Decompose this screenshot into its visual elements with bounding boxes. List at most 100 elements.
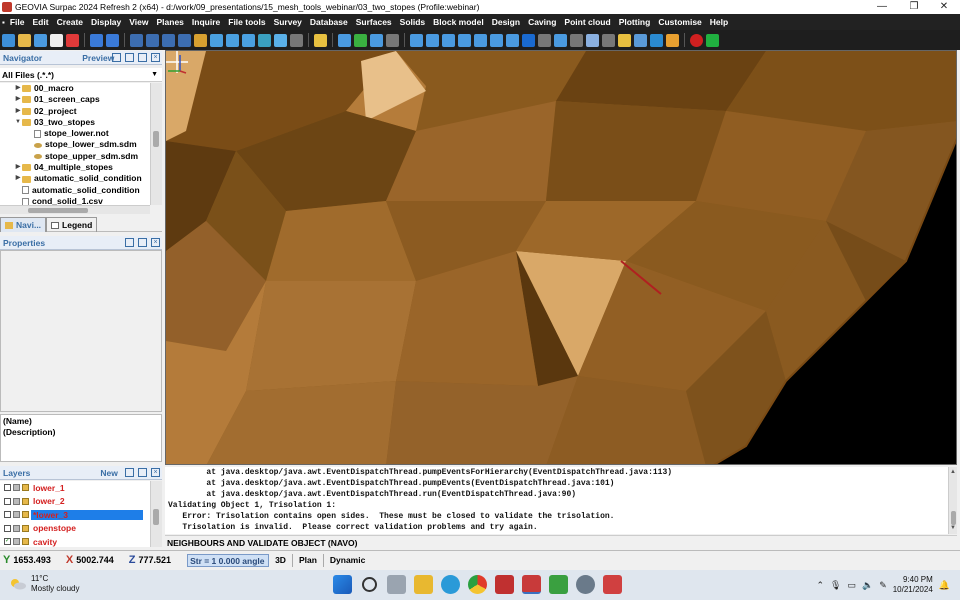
- layer-lock-icon[interactable]: [22, 484, 29, 492]
- paint-icon[interactable]: [554, 33, 567, 47]
- task-view-icon[interactable]: [387, 575, 406, 594]
- chevron-up-icon[interactable]: ⌃: [816, 580, 824, 591]
- command-line[interactable]: NEIGHBOURS AND VALIDATE OBJECT (NAVO): [165, 535, 957, 549]
- menu-solids[interactable]: Solids: [396, 14, 430, 30]
- settings-gear-icon[interactable]: [576, 575, 595, 594]
- settings-icon[interactable]: [2, 33, 15, 47]
- scrollbar-thumb[interactable]: [153, 509, 159, 525]
- menu-plotting[interactable]: Plotting: [615, 14, 655, 30]
- tree-item[interactable]: ▼ 03_two_stopes: [0, 117, 150, 128]
- surpac-taskbar-icon[interactable]: [495, 575, 514, 594]
- axes-icon[interactable]: [210, 33, 223, 47]
- tree-item[interactable]: stope_upper_sdm.sdm: [0, 151, 150, 162]
- pen-icon[interactable]: [586, 33, 599, 47]
- tree-vertical-scrollbar[interactable]: [150, 83, 162, 205]
- fly-icon[interactable]: [666, 33, 679, 47]
- layer-row[interactable]: openstope: [0, 522, 162, 536]
- menu-design[interactable]: Design: [488, 14, 524, 30]
- layer-visibility-checkbox[interactable]: [4, 497, 11, 505]
- restore-icon[interactable]: [125, 53, 134, 62]
- polygon-icon[interactable]: [458, 33, 471, 47]
- menu-surfaces[interactable]: Surfaces: [352, 14, 396, 30]
- close-icon[interactable]: ×: [151, 238, 160, 247]
- scrollbar-thumb[interactable]: [28, 208, 88, 213]
- angle-icon[interactable]: [442, 33, 455, 47]
- grid-icon[interactable]: [130, 33, 143, 47]
- dropdown-icon[interactable]: [386, 33, 399, 47]
- layer-view-icon[interactable]: [258, 33, 271, 47]
- tree-item[interactable]: cond_solid_1.csv: [0, 196, 150, 205]
- menu-customise[interactable]: Customise: [654, 14, 705, 30]
- save-icon[interactable]: [34, 33, 47, 47]
- scrollbar-thumb[interactable]: [153, 131, 159, 147]
- contour-icon[interactable]: [490, 33, 503, 47]
- layer-lock-icon[interactable]: [22, 497, 29, 505]
- cross-icon[interactable]: [66, 33, 79, 47]
- pin-icon[interactable]: [138, 238, 147, 247]
- menu-edit[interactable]: Edit: [29, 14, 53, 30]
- stop-icon[interactable]: [690, 33, 703, 47]
- console-scrollbar[interactable]: ▲ ▼: [948, 467, 957, 534]
- tree-item[interactable]: automatic_solid_condition: [0, 185, 150, 196]
- layer-row[interactable]: *lower_3: [0, 508, 162, 522]
- scroll-up-icon[interactable]: ▲: [950, 469, 956, 475]
- menu-planes[interactable]: Planes: [153, 14, 188, 30]
- layer-display-icon[interactable]: [13, 538, 20, 546]
- string-icon[interactable]: [426, 33, 439, 47]
- tree-item[interactable]: stope_lower_sdm.sdm: [0, 139, 150, 150]
- speaker-icon[interactable]: 🔈: [862, 580, 873, 591]
- layer-visibility-checkbox[interactable]: [4, 511, 11, 519]
- expand-icon[interactable]: ▶: [14, 83, 22, 94]
- dropdown-icon[interactable]: [290, 33, 303, 47]
- info-icon[interactable]: [522, 33, 535, 47]
- points-icon[interactable]: [226, 33, 239, 47]
- tree-item[interactable]: ▶ 00_macro: [0, 83, 150, 94]
- tree-item[interactable]: ▶ 01_screen_caps: [0, 94, 150, 105]
- dynamic-button[interactable]: Dynamic: [322, 553, 371, 567]
- restore-icon[interactable]: [125, 238, 134, 247]
- tree-item[interactable]: ▶ 02_project: [0, 106, 150, 117]
- layer-visibility-checkbox[interactable]: ✓: [4, 538, 11, 546]
- menu-view[interactable]: View: [125, 14, 152, 30]
- layer-display-icon[interactable]: [13, 511, 20, 519]
- weather-widget[interactable]: 11°C Mostly cloudy: [10, 574, 79, 594]
- tree-item[interactable]: ▶ 04_multiple_stopes: [0, 162, 150, 173]
- zoom-extents-icon[interactable]: [162, 33, 175, 47]
- new-layer-button[interactable]: New: [100, 468, 117, 478]
- menu-file-tools[interactable]: File tools: [224, 14, 269, 30]
- layer-display-icon[interactable]: [13, 524, 20, 532]
- chrome-browser-icon[interactable]: [468, 575, 487, 594]
- expand-icon[interactable]: ▶: [14, 94, 22, 105]
- mode-3d-button[interactable]: 3D: [269, 554, 292, 567]
- minimize-button[interactable]: —: [868, 0, 896, 14]
- layers-list[interactable]: lower_1 lower_2 *lower_3 openstope ✓ cavity: [0, 481, 162, 547]
- dropdown-icon[interactable]: [570, 33, 583, 47]
- tree-item[interactable]: stope_lower.not: [0, 128, 150, 139]
- open-folder-icon[interactable]: [18, 33, 31, 47]
- file-tree[interactable]: ▶ 00_macro ▶ 01_screen_caps ▶ 02_project ▼ 03_t…: [0, 83, 150, 205]
- camtasia-icon[interactable]: [549, 575, 568, 594]
- redo-icon[interactable]: [106, 33, 119, 47]
- layer-row[interactable]: ✓ cavity: [0, 535, 162, 547]
- section-icon[interactable]: [506, 33, 519, 47]
- measure-icon[interactable]: [474, 33, 487, 47]
- layers-scrollbar[interactable]: [150, 481, 162, 547]
- shading-icon[interactable]: [634, 33, 647, 47]
- layer-lock-icon[interactable]: [22, 511, 29, 519]
- display-icon[interactable]: ▭: [847, 580, 856, 591]
- clock[interactable]: 9:40 PM 10/21/2024: [893, 575, 933, 595]
- new-file-icon[interactable]: [50, 33, 63, 47]
- edit-points-icon[interactable]: [370, 33, 383, 47]
- render-icon[interactable]: [650, 33, 663, 47]
- plan-button[interactable]: Plan: [291, 553, 323, 567]
- search-icon[interactable]: [362, 577, 377, 592]
- expand-icon[interactable]: ▶: [14, 106, 22, 117]
- menu-file[interactable]: File: [6, 14, 29, 30]
- menu-inquire[interactable]: Inquire: [188, 14, 224, 30]
- zoom-window-icon[interactable]: [146, 33, 159, 47]
- graphics-viewport[interactable]: [165, 50, 957, 465]
- pin-icon[interactable]: [138, 468, 147, 477]
- layer-lock-icon[interactable]: [22, 524, 29, 532]
- file-filter-dropdown[interactable]: All Files (.*.*) ▼: [0, 68, 162, 82]
- maximize-button[interactable]: ❐: [900, 0, 928, 14]
